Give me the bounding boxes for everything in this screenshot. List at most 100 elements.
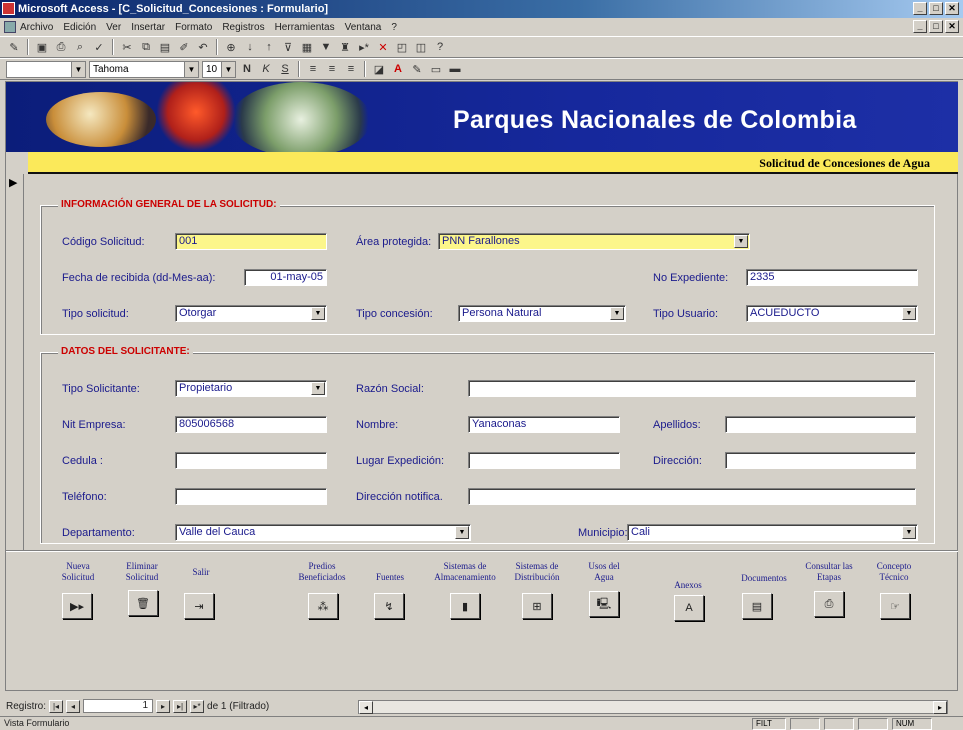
menu-ventana[interactable]: Ventana (345, 22, 382, 33)
telefono-field[interactable] (175, 488, 327, 505)
tipo-concesion-combo[interactable]: Persona Natural ▼ (458, 305, 626, 322)
last-record-button[interactable]: ▸| (173, 699, 188, 713)
database-window-icon[interactable]: ◰ (394, 39, 410, 55)
current-record-field[interactable]: 1 (83, 699, 154, 713)
direccion-field[interactable] (725, 452, 916, 469)
border-width-icon[interactable]: ▭ (428, 61, 444, 77)
italic-icon[interactable]: K (258, 61, 274, 77)
line-color-icon[interactable]: ✎ (409, 61, 425, 77)
save-icon[interactable]: ▣ (34, 39, 50, 55)
font-color-icon[interactable]: A (390, 61, 406, 77)
scroll-right-button[interactable]: ▸ (933, 701, 947, 714)
view-icon[interactable]: ✎ (6, 39, 22, 55)
apellidos-field[interactable] (725, 416, 916, 433)
chevron-down-icon[interactable]: ▼ (311, 307, 325, 320)
municipio-combo[interactable]: Cali ▼ (627, 524, 918, 541)
filter-form-icon[interactable]: ▦ (299, 39, 315, 55)
nombre-field[interactable]: Yanaconas (468, 416, 620, 433)
next-record-button[interactable]: ▸ (156, 699, 171, 713)
menu-help[interactable]: ? (391, 22, 397, 33)
predios-button[interactable]: ⁂ (308, 593, 338, 619)
sort-desc-icon[interactable]: ↑ (261, 39, 277, 55)
menu-herramientas[interactable]: Herramientas (275, 22, 335, 33)
cedula-field[interactable] (175, 452, 327, 469)
minimize-button[interactable]: _ (913, 2, 927, 15)
doc-close-button[interactable]: ✕ (945, 20, 959, 33)
new-record-nav-button[interactable]: ▸* (190, 699, 205, 713)
find-icon[interactable]: ♜ (337, 39, 353, 55)
lugar-field[interactable] (468, 452, 620, 469)
menu-insertar[interactable]: Insertar (131, 22, 165, 33)
special-effect-icon[interactable]: ▬ (447, 61, 463, 77)
print-icon[interactable]: ⎙ (53, 39, 69, 55)
anexos-button[interactable]: A (674, 595, 704, 621)
chevron-down-icon[interactable]: ▼ (455, 526, 469, 539)
tipo-solicitud-combo[interactable]: Otorgar ▼ (175, 305, 327, 322)
copy-icon[interactable]: ⧉ (138, 39, 154, 55)
usos-button[interactable]: 🖳 (589, 591, 619, 617)
prev-record-button[interactable]: ◂ (66, 699, 81, 713)
menu-formato[interactable]: Formato (175, 22, 212, 33)
fuentes-button[interactable]: ↯ (374, 593, 404, 619)
cut-icon[interactable]: ✂ (119, 39, 135, 55)
scroll-left-button[interactable]: ◂ (359, 701, 373, 714)
first-record-button[interactable]: |◂ (49, 699, 64, 713)
new-object-icon[interactable]: ◫ (413, 39, 429, 55)
codigo-field[interactable]: 001 (175, 233, 327, 250)
expediente-field[interactable]: 2335 (746, 269, 918, 286)
hyperlink-icon[interactable]: ⊕ (223, 39, 239, 55)
concepto-button[interactable]: ☞ (880, 593, 910, 619)
chevron-down-icon[interactable]: ▼ (734, 235, 748, 248)
font-size-combo[interactable]: 10 ▼ (202, 60, 236, 78)
etapas-button[interactable]: ⎙ (814, 591, 844, 617)
close-button[interactable]: ✕ (945, 2, 959, 15)
fecha-field[interactable]: 01-may-05 (244, 269, 327, 286)
document-icon[interactable] (4, 21, 16, 33)
distribucion-button[interactable]: ⊞ (522, 593, 552, 619)
chevron-down-icon[interactable]: ▼ (902, 526, 916, 539)
doc-minimize-button[interactable]: _ (913, 20, 927, 33)
menu-edicion[interactable]: Edición (63, 22, 96, 33)
horizontal-scrollbar[interactable]: ◂ ▸ (358, 700, 948, 714)
spelling-icon[interactable]: ✓ (91, 39, 107, 55)
nit-field[interactable]: 805006568 (175, 416, 327, 433)
chevron-down-icon[interactable]: ▼ (311, 382, 325, 395)
restore-button[interactable]: □ (929, 2, 943, 15)
menu-ver[interactable]: Ver (106, 22, 121, 33)
font-combo[interactable]: Tahoma ▼ (89, 60, 199, 78)
dir-notif-field[interactable] (468, 488, 916, 505)
paste-icon[interactable]: ▤ (157, 39, 173, 55)
almacenamiento-button[interactable]: ▮ (450, 593, 480, 619)
bold-icon[interactable]: N (239, 61, 255, 77)
align-left-icon[interactable]: ≡ (305, 61, 321, 77)
chevron-down-icon[interactable]: ▼ (902, 307, 916, 320)
format-painter-icon[interactable]: ✐ (176, 39, 192, 55)
eliminar-solicitud-button[interactable]: 🗑 (128, 590, 158, 616)
filter-selection-icon[interactable]: ⊽ (280, 39, 296, 55)
sort-asc-icon[interactable]: ↓ (242, 39, 258, 55)
record-selector[interactable]: ▶ (6, 174, 24, 550)
new-record-icon[interactable]: ▸* (356, 39, 372, 55)
align-center-icon[interactable]: ≡ (324, 61, 340, 77)
chevron-down-icon[interactable]: ▼ (610, 307, 624, 320)
salir-button[interactable]: ⇥ (184, 593, 214, 619)
fill-color-icon[interactable]: ◪ (371, 61, 387, 77)
print-preview-icon[interactable]: ⌕ (72, 39, 88, 55)
delete-record-icon[interactable]: ✕ (375, 39, 391, 55)
departamento-combo[interactable]: Valle del Cauca ▼ (175, 524, 471, 541)
help-icon[interactable]: ? (432, 39, 448, 55)
tipo-solicitante-combo[interactable]: Propietario ▼ (175, 380, 327, 397)
area-combo[interactable]: PNN Farallones ▼ (438, 233, 750, 250)
menu-registros[interactable]: Registros (222, 22, 264, 33)
nueva-solicitud-button[interactable]: ▶▸ (62, 593, 92, 619)
undo-icon[interactable]: ↶ (195, 39, 211, 55)
underline-icon[interactable]: S (277, 61, 293, 77)
tipo-usuario-combo[interactable]: ACUEDUCTO ▼ (746, 305, 918, 322)
apply-filter-icon[interactable]: ▼ (318, 39, 334, 55)
doc-restore-button[interactable]: □ (929, 20, 943, 33)
menu-archivo[interactable]: Archivo (20, 22, 53, 33)
documentos-button[interactable]: ▤ (742, 593, 772, 619)
object-combo[interactable]: ▼ (6, 60, 86, 78)
razon-field[interactable] (468, 380, 916, 397)
align-right-icon[interactable]: ≡ (343, 61, 359, 77)
